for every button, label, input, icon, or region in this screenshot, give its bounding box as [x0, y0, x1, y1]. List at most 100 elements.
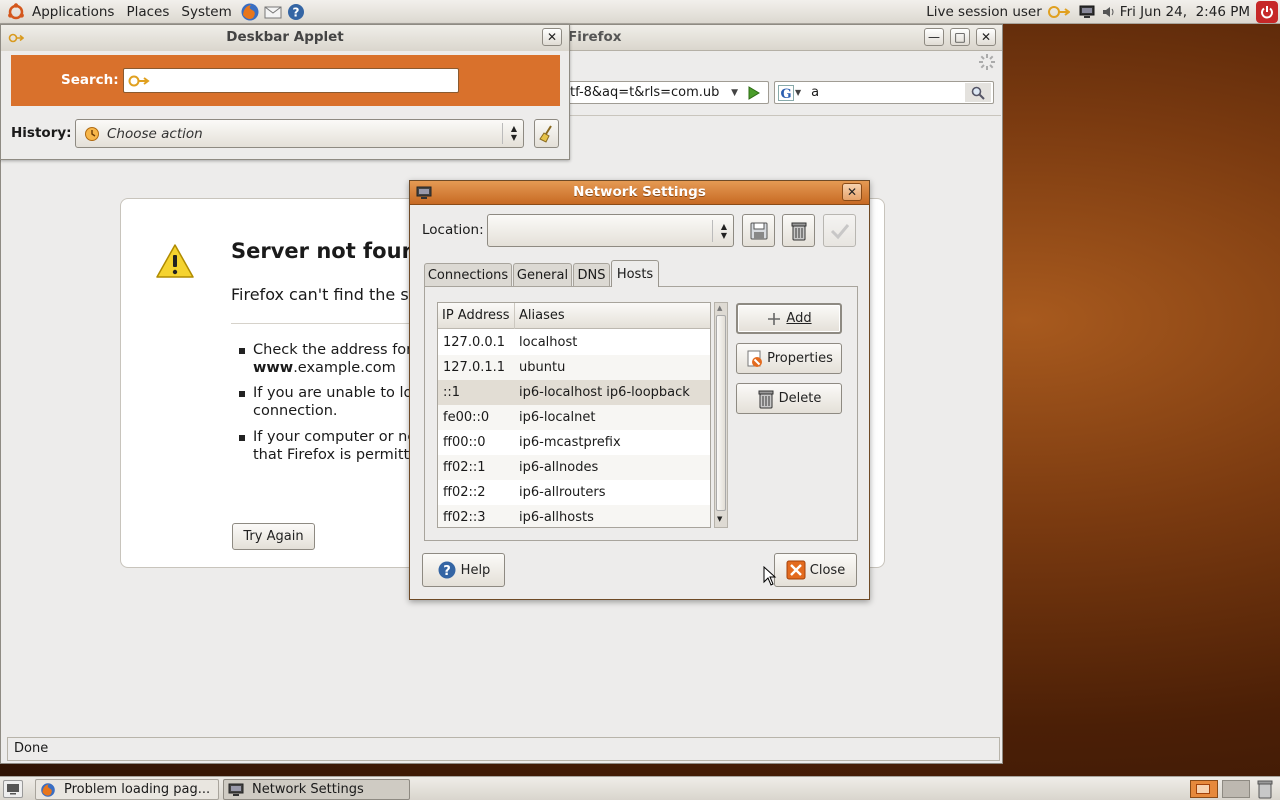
save-location-button[interactable]: [742, 214, 775, 247]
scroll-thumb[interactable]: [716, 315, 726, 511]
top-panel: Applications Places System ? Live sessio…: [0, 0, 1280, 24]
row-aliases: ip6-allnodes: [519, 460, 599, 475]
properties-icon: [745, 349, 765, 369]
deskbar-search-icon: [128, 73, 150, 89]
row-aliases: ip6-allhosts: [519, 510, 594, 525]
web-search-input[interactable]: a: [811, 85, 819, 100]
workspace-1[interactable]: [1190, 780, 1218, 798]
ubuntu-logo-icon[interactable]: [6, 2, 26, 22]
table-row[interactable]: ff00::0 ip6-mcastprefix: [438, 430, 710, 455]
column-aliases[interactable]: Aliases: [515, 308, 565, 323]
menu-system[interactable]: System: [175, 0, 237, 24]
throbber-icon: [978, 53, 996, 71]
network-settings-dialog: Network Settings ✕ Location: ▲ ▼ Connecti…: [409, 180, 870, 600]
user-name[interactable]: Live session user: [926, 4, 1042, 20]
apply-location-button[interactable]: [823, 214, 856, 247]
delete-label: Delete: [778, 391, 822, 406]
dialog-close-x-button[interactable]: ✕: [842, 183, 862, 201]
deskbar-window: Deskbar Applet ✕ Search: History: Choose…: [0, 24, 570, 160]
try-again-button[interactable]: Try Again: [232, 523, 315, 550]
plus-icon: [766, 311, 782, 327]
close-window-button[interactable]: ✕: [976, 28, 996, 46]
firefox-launcher-icon[interactable]: [240, 2, 260, 22]
taskbar-firefox[interactable]: Problem loading pag...: [35, 779, 219, 800]
help-launcher-icon[interactable]: ?: [286, 2, 306, 22]
svg-text:?: ?: [292, 5, 299, 19]
magnifier-icon[interactable]: [965, 83, 991, 102]
add-host-button[interactable]: Add: [736, 303, 842, 334]
error-heading: Server not foun: [231, 239, 417, 263]
network-settings-titlebar[interactable]: Network Settings ✕: [410, 181, 869, 205]
bullet2-line1: If you are unable to lo: [253, 385, 413, 401]
status-bar: Done: [7, 737, 1000, 761]
location-label: Location:: [422, 222, 484, 238]
tab-general[interactable]: General: [513, 263, 572, 287]
menu-places[interactable]: Places: [120, 0, 175, 24]
delete-host-button[interactable]: Delete: [736, 383, 842, 414]
tab-dns-label: DNS: [577, 268, 606, 283]
clock[interactable]: Fri Jun 24, 2:46 PM: [1120, 4, 1250, 20]
help-icon: ?: [437, 560, 457, 580]
url-bar[interactable]: tf-8&aq=t&rls=com.ub ▼: [561, 81, 769, 104]
history-combo[interactable]: Choose action ▲ ▼: [75, 119, 524, 148]
close-button[interactable]: Close: [774, 553, 857, 587]
hosts-scrollbar[interactable]: ▲ ▼: [714, 302, 728, 528]
add-label: Add: [786, 311, 812, 326]
scroll-down-arrow[interactable]: ▼: [717, 515, 722, 523]
table-row[interactable]: 127.0.0.1 localhost: [438, 330, 710, 355]
action-icon: [84, 126, 100, 142]
network-settings-title: Network Settings: [573, 184, 706, 200]
taskbar-network-settings[interactable]: Network Settings: [223, 779, 410, 800]
tab-general-label: General: [516, 268, 569, 283]
google-engine-icon[interactable]: G: [778, 84, 794, 101]
volume-icon[interactable]: [1102, 5, 1116, 19]
show-desktop-icon[interactable]: [3, 780, 23, 798]
properties-button[interactable]: Properties: [736, 343, 842, 374]
deskbar-tray-icon[interactable]: [1047, 4, 1070, 20]
deskbar-search-input[interactable]: [123, 68, 459, 93]
bullet3-line1: If your computer or ne: [253, 429, 417, 445]
tab-hosts[interactable]: Hosts: [611, 260, 659, 287]
bullet2-line2: connection.: [253, 403, 338, 419]
clear-history-button[interactable]: [534, 119, 559, 148]
help-label: Help: [460, 562, 491, 578]
row-ip: 127.0.0.1: [443, 335, 506, 350]
hosts-table[interactable]: IP Address Aliases 127.0.0.1 localhost 12…: [437, 302, 711, 528]
combo-arrows-icon: ▲ ▼: [720, 222, 727, 240]
table-row[interactable]: ff02::1 ip6-allnodes: [438, 455, 710, 480]
row-ip: 127.0.1.1: [443, 360, 506, 375]
table-row[interactable]: 127.0.1.1 ubuntu: [438, 355, 710, 380]
mail-launcher-icon[interactable]: [263, 2, 283, 22]
network-monitor-icon[interactable]: [1078, 4, 1096, 20]
row-ip: fe00::0: [443, 410, 490, 425]
row-aliases: ip6-localnet: [519, 410, 596, 425]
web-search-bar[interactable]: G ▼ a: [774, 81, 994, 104]
location-combo[interactable]: ▲ ▼: [487, 214, 734, 247]
row-ip: ff02::2: [443, 485, 486, 500]
table-row[interactable]: fe00::0 ip6-localnet: [438, 405, 710, 430]
column-ip-address[interactable]: IP Address: [438, 303, 515, 329]
history-label: History:: [11, 125, 72, 141]
scroll-up-arrow[interactable]: ▲: [717, 304, 722, 312]
trash-applet-icon[interactable]: [1256, 779, 1274, 799]
error-bullet-2: If you are unable to lo connection.: [239, 384, 412, 420]
history-value: Choose action: [107, 125, 203, 142]
minimize-button[interactable]: —: [924, 28, 944, 46]
go-button-icon[interactable]: [746, 85, 762, 101]
deskbar-titlebar[interactable]: Deskbar Applet ✕: [1, 25, 569, 51]
help-button[interactable]: ? Help: [422, 553, 505, 587]
deskbar-title: Deskbar Applet: [226, 29, 344, 45]
table-row-selected[interactable]: ::1 ip6-localhost ip6-loopback: [438, 380, 710, 405]
maximize-button[interactable]: □: [950, 28, 970, 46]
tab-dns[interactable]: DNS: [573, 263, 610, 287]
delete-location-button[interactable]: [782, 214, 815, 247]
deskbar-close-button[interactable]: ✕: [542, 28, 562, 46]
shutdown-icon[interactable]: [1256, 1, 1278, 23]
workspace-2[interactable]: [1222, 780, 1250, 798]
taskbar-network-label: Network Settings: [252, 782, 364, 797]
menu-applications[interactable]: Applications: [26, 0, 120, 24]
url-dropdown-icon[interactable]: ▼: [731, 84, 738, 102]
table-row[interactable]: ff02::3 ip6-allhosts: [438, 505, 710, 527]
tab-connections[interactable]: Connections: [424, 263, 512, 287]
table-row[interactable]: ff02::2 ip6-allrouters: [438, 480, 710, 505]
